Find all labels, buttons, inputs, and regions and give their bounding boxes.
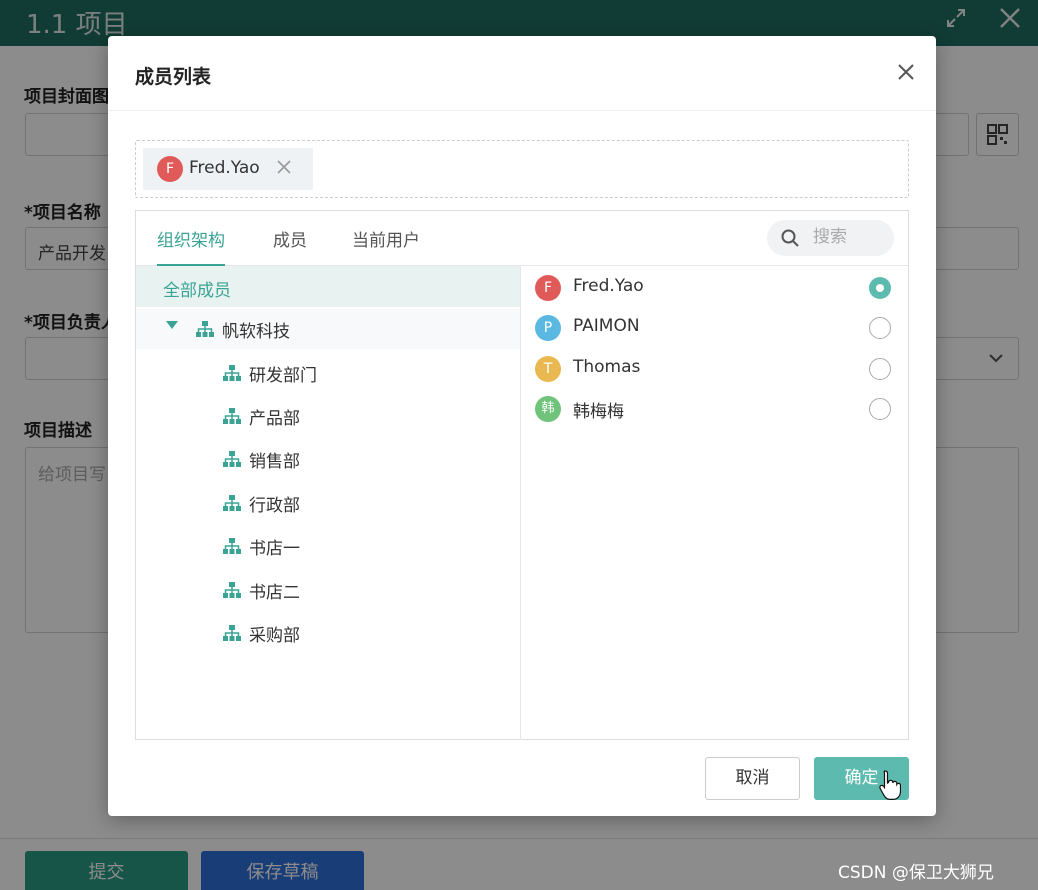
member-radio[interactable] bbox=[869, 317, 891, 339]
tab-members[interactable]: 成员 bbox=[273, 226, 307, 266]
member-row[interactable]: 韩 韩梅梅 bbox=[522, 389, 908, 429]
tree-item-dept[interactable]: 行政部 bbox=[136, 483, 520, 523]
org-icon bbox=[223, 365, 241, 381]
tree-item-label: 研发部门 bbox=[249, 366, 317, 386]
tab-org-structure[interactable]: 组织架构 bbox=[157, 226, 225, 266]
cancel-button[interactable]: 取消 bbox=[705, 757, 800, 800]
search-input[interactable] bbox=[813, 227, 883, 247]
org-icon bbox=[223, 408, 241, 424]
org-icon bbox=[223, 538, 241, 554]
org-tree: 全部成员 帆软科技 研发部门 产品部 销售部 行政部 书店一 书店二 采购部 bbox=[136, 266, 521, 740]
member-name: Fred.Yao bbox=[573, 276, 644, 296]
org-icon bbox=[196, 321, 214, 337]
tree-item-label: 行政部 bbox=[249, 496, 300, 516]
tree-item-dept[interactable]: 销售部 bbox=[136, 439, 520, 479]
selected-chip: F Fred.Yao bbox=[143, 148, 313, 190]
avatar: P bbox=[535, 315, 561, 341]
tree-item-all-members[interactable]: 全部成员 bbox=[136, 266, 520, 307]
tree-item-dept[interactable]: 书店二 bbox=[136, 570, 520, 610]
tree-item-label: 帆软科技 bbox=[222, 322, 290, 342]
tree-item-dept[interactable]: 书店一 bbox=[136, 526, 520, 566]
avatar: T bbox=[535, 356, 561, 382]
picker-tabs: 组织架构 成员 当前用户 bbox=[136, 211, 908, 266]
avatar: 韩 bbox=[535, 396, 561, 422]
tree-item-dept[interactable]: 研发部门 bbox=[136, 353, 520, 393]
selected-members: F Fred.Yao bbox=[135, 140, 909, 198]
tree-item-root[interactable]: 帆软科技 bbox=[136, 309, 520, 349]
member-name: PAIMON bbox=[573, 316, 640, 336]
member-radio[interactable] bbox=[869, 398, 891, 420]
member-name: 韩梅梅 bbox=[573, 402, 624, 422]
watermark: CSDN @保卫大狮兄 bbox=[838, 863, 994, 883]
tab-current-user[interactable]: 当前用户 bbox=[352, 226, 420, 266]
member-list: F Fred.Yao P PAIMON T Thomas 韩 韩梅梅 bbox=[522, 266, 908, 740]
avatar: F bbox=[157, 156, 183, 182]
org-icon bbox=[223, 495, 241, 511]
hand-cursor-icon bbox=[879, 770, 901, 800]
search-box[interactable] bbox=[767, 220, 894, 256]
member-list-dialog: 成员列表 F Fred.Yao 组织架构 成员 当前用户 全部成员 bbox=[108, 36, 936, 816]
search-icon bbox=[781, 229, 799, 247]
tree-item-label: 全部成员 bbox=[163, 281, 231, 301]
member-radio[interactable] bbox=[869, 277, 891, 299]
dialog-title: 成员列表 bbox=[135, 66, 212, 88]
member-row[interactable]: F Fred.Yao bbox=[522, 268, 908, 308]
chip-name: Fred.Yao bbox=[189, 158, 260, 178]
member-name: Thomas bbox=[573, 357, 641, 377]
member-row[interactable]: T Thomas bbox=[522, 349, 908, 389]
tree-item-label: 采购部 bbox=[249, 626, 300, 646]
tree-item-label: 书店一 bbox=[249, 539, 300, 559]
member-row[interactable]: P PAIMON bbox=[522, 308, 908, 348]
tree-item-label: 产品部 bbox=[249, 409, 300, 429]
org-icon bbox=[223, 582, 241, 598]
tree-item-label: 销售部 bbox=[249, 452, 300, 472]
remove-chip-icon[interactable] bbox=[277, 155, 291, 180]
member-picker-panel: 组织架构 成员 当前用户 全部成员 帆软科技 研发部门 bbox=[135, 210, 909, 740]
caret-down-icon[interactable] bbox=[166, 321, 178, 329]
divider bbox=[108, 110, 936, 111]
avatar: F bbox=[535, 275, 561, 301]
member-radio[interactable] bbox=[869, 358, 891, 380]
close-icon[interactable] bbox=[894, 62, 918, 86]
org-icon bbox=[223, 451, 241, 467]
tree-item-label: 书店二 bbox=[249, 583, 300, 603]
tree-item-dept[interactable]: 产品部 bbox=[136, 396, 520, 436]
org-icon bbox=[223, 625, 241, 641]
tree-item-dept[interactable]: 采购部 bbox=[136, 613, 520, 653]
